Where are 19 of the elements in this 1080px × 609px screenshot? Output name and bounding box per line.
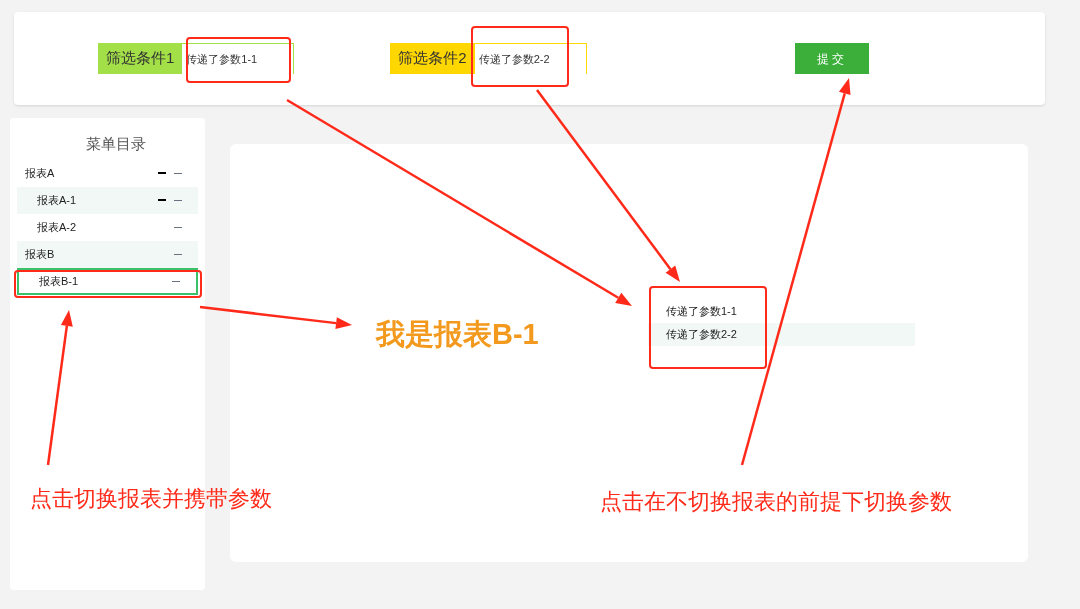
dash-icon xyxy=(158,199,182,201)
param-row: 传递了参数2-2 xyxy=(648,323,915,346)
param-row-text: 传递了参数1-1 xyxy=(665,304,738,320)
report-title: 我是报表B-1 xyxy=(376,317,539,352)
dash-icon xyxy=(158,172,182,174)
menu-item[interactable]: 报表A-1 xyxy=(17,186,198,214)
dash-icon xyxy=(174,226,182,228)
dash-icon xyxy=(172,280,180,282)
filter-label: 筛选条件2 xyxy=(390,43,475,74)
menu-title: 菜单目录 xyxy=(84,134,147,154)
filter-input[interactable]: 传递了参数1-1 xyxy=(182,43,295,74)
menu-item[interactable]: 报表A xyxy=(17,159,198,187)
menu-item[interactable]: 报表A-2 xyxy=(17,213,198,241)
filter-label: 筛选条件1 xyxy=(98,43,183,74)
annotation-caption: 点击在不切换报表的前提下切换参数 xyxy=(600,488,952,516)
filter-input[interactable]: 传递了参数2-2 xyxy=(474,43,587,74)
dash-icon xyxy=(174,253,182,255)
annotation-caption: 点击切换报表并携带参数 xyxy=(30,485,272,513)
menu-item[interactable]: 报表B xyxy=(17,240,198,268)
